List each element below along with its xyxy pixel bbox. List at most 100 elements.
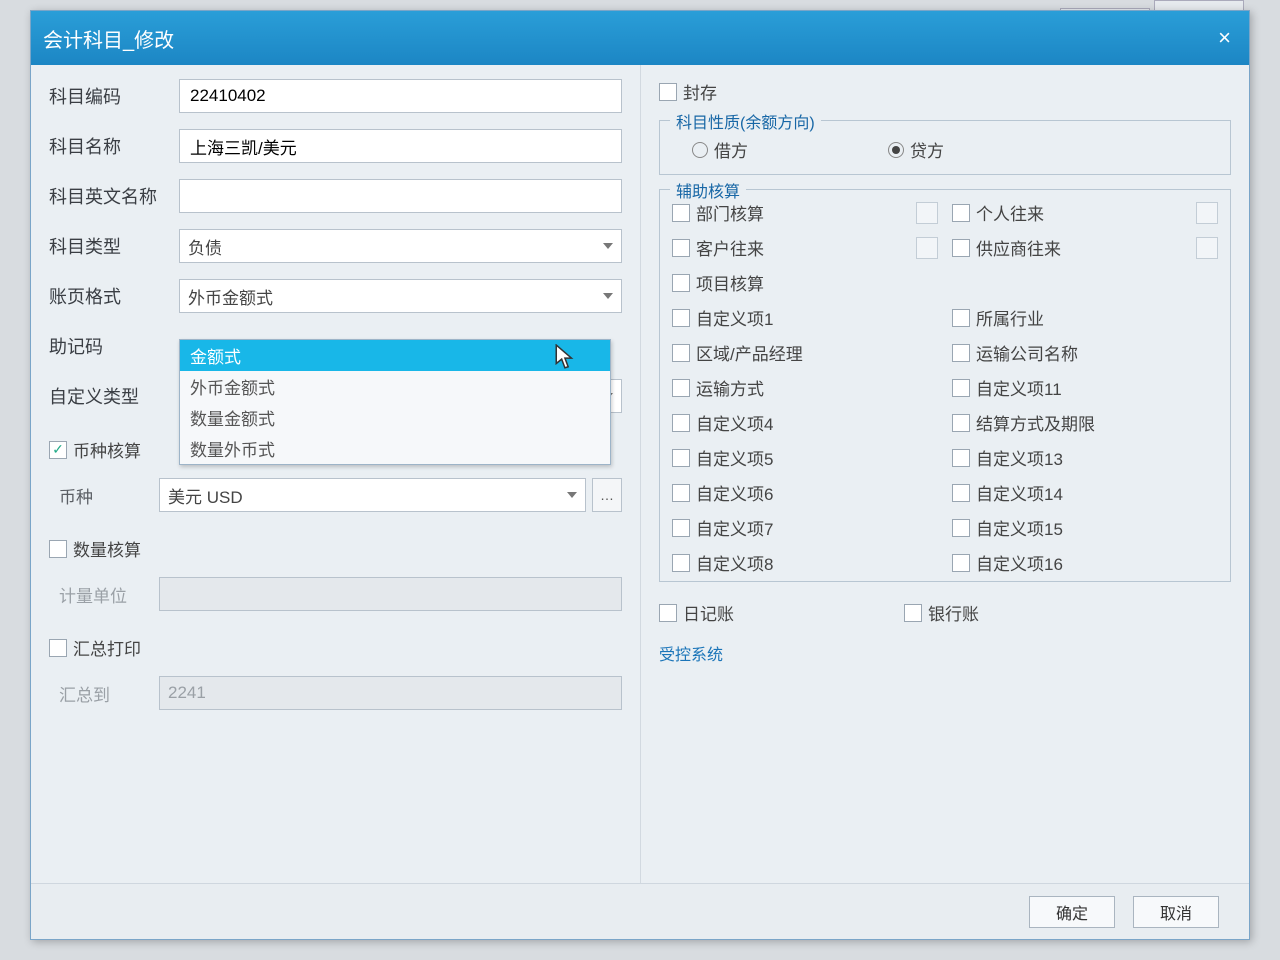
book-format-dropdown[interactable]: 金额式外币金额式数量金额式数量外币式 — [179, 339, 611, 465]
dialog-footer: 确定 取消 — [31, 883, 1249, 939]
aux-item-label: 运输公司名称 — [976, 340, 1078, 365]
aux-item[interactable]: 自定义项15 — [952, 515, 1218, 540]
controlled-system-link[interactable]: 受控系统 — [659, 641, 1231, 665]
aux-item[interactable]: 自定义项6 — [672, 480, 938, 505]
unit-input — [159, 577, 622, 611]
code-input[interactable] — [179, 79, 622, 113]
checkbox-icon — [952, 204, 970, 222]
summary-print-checkbox[interactable]: 汇总打印 — [49, 635, 141, 660]
aux-item[interactable]: 自定义项14 — [952, 480, 1218, 505]
aux-item[interactable]: 个人往来 — [952, 200, 1218, 225]
checkbox-icon — [672, 204, 690, 222]
ename-input-inner[interactable] — [188, 185, 613, 207]
name-input[interactable] — [179, 129, 622, 163]
sealed-checkbox[interactable]: 封存 — [659, 79, 717, 104]
checkbox-icon — [952, 239, 970, 257]
name-input-inner[interactable] — [188, 135, 613, 157]
quantity-accounting-checkbox[interactable]: 数量核算 — [49, 536, 141, 561]
aux-item-label: 部门核算 — [696, 200, 764, 225]
aux-lookup-button[interactable] — [916, 237, 938, 259]
bank-checkbox[interactable]: 银行账 — [904, 600, 979, 625]
currency-label: 币种 — [49, 483, 159, 508]
aux-item[interactable]: 客户往来 — [672, 235, 938, 260]
aux-item-label: 自定义项5 — [696, 445, 773, 470]
book-format-value: 外币金额式 — [188, 284, 273, 309]
journal-checkbox[interactable]: 日记账 — [659, 600, 734, 625]
checkbox-icon — [952, 309, 970, 327]
unit-label: 计量单位 — [49, 582, 159, 607]
currency-lookup-button[interactable]: … — [592, 478, 622, 512]
checkbox-icon — [672, 449, 690, 467]
summary-to-input: 2241 — [159, 676, 622, 710]
currency-value: 美元 USD — [168, 483, 243, 508]
book-format-option[interactable]: 金额式 — [180, 340, 610, 371]
checkbox-icon — [952, 379, 970, 397]
aux-item[interactable]: 运输公司名称 — [952, 340, 1218, 365]
checkbox-icon — [672, 554, 690, 572]
checkbox-icon — [952, 449, 970, 467]
checkbox-icon — [952, 554, 970, 572]
aux-item[interactable]: 供应商往来 — [952, 235, 1218, 260]
aux-item-label: 运输方式 — [696, 375, 764, 400]
aux-item-label: 区域/产品经理 — [696, 340, 803, 365]
currency-accounting-checkbox[interactable]: ✓ 币种核算 — [49, 437, 141, 462]
code-input-inner[interactable] — [188, 85, 613, 107]
credit-radio[interactable]: 贷方 — [888, 137, 944, 162]
checkbox-icon — [672, 414, 690, 432]
aux-item — [952, 270, 1218, 295]
account-nature-fieldset: 科目性质(余额方向) 借方 贷方 — [659, 120, 1231, 175]
cancel-button[interactable]: 取消 — [1133, 896, 1219, 928]
dialog-title: 会计科目_修改 — [43, 24, 174, 53]
book-format-label: 账页格式 — [49, 283, 179, 309]
aux-item[interactable]: 自定义项4 — [672, 410, 938, 435]
quantity-accounting-label: 数量核算 — [73, 536, 141, 561]
aux-lookup-button[interactable] — [1196, 237, 1218, 259]
titlebar[interactable]: 会计科目_修改 × — [31, 11, 1249, 65]
aux-item-label: 自定义项16 — [976, 550, 1063, 575]
aux-item[interactable]: 项目核算 — [672, 270, 938, 295]
type-select[interactable]: 负债 — [179, 229, 622, 263]
custom-type-label: 自定义类型 — [49, 383, 179, 409]
aux-item[interactable]: 结算方式及期限 — [952, 410, 1218, 435]
aux-lookup-button[interactable] — [916, 202, 938, 224]
checkbox-icon — [672, 344, 690, 362]
mnemonic-label: 助记码 — [49, 333, 179, 359]
aux-item[interactable]: 所属行业 — [952, 305, 1218, 330]
aux-item[interactable]: 自定义项13 — [952, 445, 1218, 470]
book-format-select[interactable]: 外币金额式 — [179, 279, 622, 313]
account-nature-legend: 科目性质(余额方向) — [670, 109, 821, 133]
aux-item[interactable]: 自定义项8 — [672, 550, 938, 575]
aux-item[interactable]: 自定义项5 — [672, 445, 938, 470]
aux-lookup-button[interactable] — [1196, 202, 1218, 224]
aux-item[interactable]: 运输方式 — [672, 375, 938, 400]
summary-to-value: 2241 — [168, 683, 206, 703]
aux-item-label: 客户往来 — [696, 235, 764, 260]
aux-item[interactable]: 自定义项16 — [952, 550, 1218, 575]
book-format-option[interactable]: 数量金额式 — [180, 402, 610, 433]
bank-label: 银行账 — [928, 600, 979, 625]
chevron-down-icon — [603, 293, 613, 299]
aux-item[interactable]: 自定义项7 — [672, 515, 938, 540]
book-format-option[interactable]: 外币金额式 — [180, 371, 610, 402]
currency-select[interactable]: 美元 USD — [159, 478, 586, 512]
close-icon[interactable]: × — [1212, 25, 1237, 51]
aux-item-label: 结算方式及期限 — [976, 410, 1095, 435]
aux-item[interactable]: 自定义项11 — [952, 375, 1218, 400]
account-edit-dialog: 会计科目_修改 × 科目编码 科目名称 科目英文名称 — [30, 10, 1250, 940]
credit-label: 贷方 — [910, 137, 944, 162]
aux-item[interactable]: 部门核算 — [672, 200, 938, 225]
aux-item-label: 自定义项6 — [696, 480, 773, 505]
debit-radio[interactable]: 借方 — [692, 137, 748, 162]
aux-item-label: 自定义项14 — [976, 480, 1063, 505]
checkbox-icon — [672, 239, 690, 257]
checkbox-icon — [672, 484, 690, 502]
book-format-option[interactable]: 数量外币式 — [180, 433, 610, 464]
aux-item[interactable]: 自定义项1 — [672, 305, 938, 330]
chevron-down-icon — [603, 243, 613, 249]
aux-item-label: 供应商往来 — [976, 235, 1061, 260]
checkbox-icon — [952, 414, 970, 432]
ok-button[interactable]: 确定 — [1029, 896, 1115, 928]
ename-input[interactable] — [179, 179, 622, 213]
aux-item-label: 自定义项15 — [976, 515, 1063, 540]
aux-item[interactable]: 区域/产品经理 — [672, 340, 938, 365]
